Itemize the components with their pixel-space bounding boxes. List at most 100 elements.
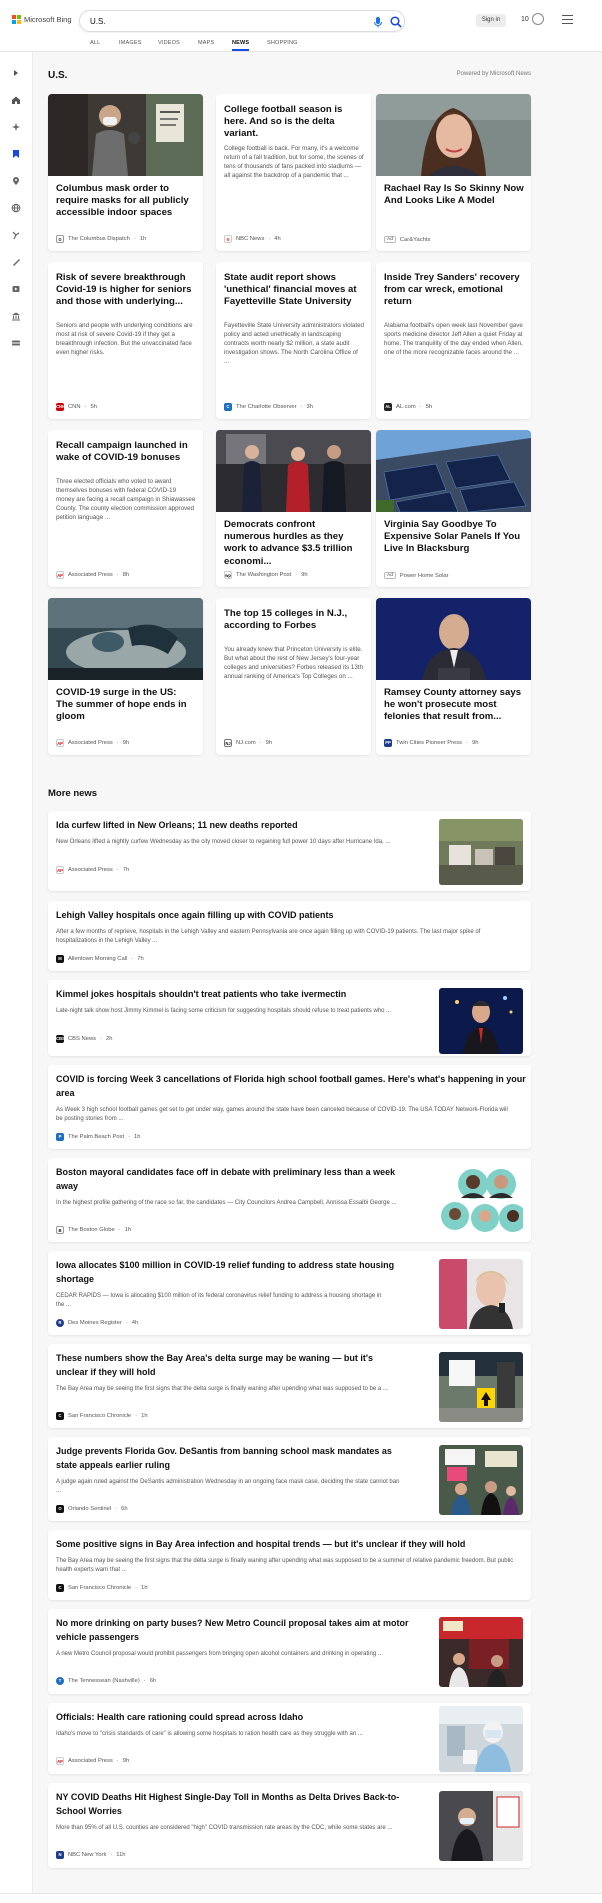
news-image — [439, 1352, 523, 1422]
news-card[interactable]: State audit report shows 'unethical' fin… — [216, 262, 371, 419]
expand-icon[interactable] — [10, 67, 22, 79]
news-title[interactable]: No more drinking on party buses? New Met… — [56, 1617, 411, 1644]
tab-shopping[interactable]: SHOPPING — [267, 40, 298, 46]
rewards-button[interactable]: 10 — [521, 13, 544, 25]
list-item[interactable]: Some positive signs in Bay Area infectio… — [48, 1530, 531, 1600]
news-snippet: More than 95% of all U.S. counties are c… — [56, 1825, 393, 1831]
news-title[interactable]: Kimmel jokes hospitals shouldn't treat p… — [56, 988, 426, 1002]
politics-icon[interactable] — [10, 229, 22, 241]
news-title[interactable]: Some positive signs in Bay Area infectio… — [56, 1538, 526, 1552]
tab-maps[interactable]: MAPS — [198, 40, 214, 46]
publisher-logo-icon: AP — [56, 866, 64, 874]
news-snippet: You already knew that Princeton Universi… — [224, 646, 363, 680]
news-snippet: College football is back. For many, it's… — [224, 145, 364, 179]
news-snippet: Three elected officials who voted to awa… — [56, 478, 196, 521]
news-image — [439, 819, 523, 885]
publisher-logo-icon: N — [224, 235, 232, 243]
news-title[interactable]: COVID-19 surge in the US: The summer of … — [56, 687, 196, 724]
technology-icon[interactable] — [10, 256, 22, 268]
list-item[interactable]: COVID is forcing Week 3 cancellations of… — [48, 1065, 531, 1149]
news-source: P The Palm Beach Post · 1h — [56, 1133, 140, 1141]
news-card[interactable]: Recall campaign launched in wake of COVI… — [48, 430, 203, 587]
list-item[interactable]: These numbers show the Bay Area's delta … — [48, 1344, 531, 1428]
news-title[interactable]: Ida curfew lifted in New Orleans; 11 new… — [56, 819, 426, 833]
sign-in-button[interactable]: Sign in — [476, 14, 506, 27]
news-title[interactable]: State audit report shows 'unethical' fin… — [224, 272, 366, 309]
local-icon[interactable] — [10, 175, 22, 187]
home-icon[interactable] — [10, 94, 22, 106]
tab-all[interactable]: ALL — [90, 40, 100, 46]
news-source: AL AL.com · 5h — [384, 403, 433, 411]
search-input[interactable] — [90, 15, 340, 28]
publisher-logo-icon: NJ — [224, 739, 232, 747]
publisher-logo-icon: C — [224, 403, 232, 411]
list-item[interactable]: NY COVID Deaths Hit Highest Single-Day T… — [48, 1783, 531, 1868]
news-card[interactable]: College football season is here. And so … — [216, 94, 371, 251]
news-title[interactable]: These numbers show the Bay Area's delta … — [56, 1352, 396, 1379]
news-source: AP Associated Press · 9h — [56, 1757, 130, 1765]
news-card[interactable]: Rachael Ray Is So Skinny Now And Looks L… — [376, 94, 531, 251]
list-item[interactable]: Officials: Health care rationing could s… — [48, 1703, 531, 1774]
news-title[interactable]: Officials: Health care rationing could s… — [56, 1711, 406, 1725]
news-title[interactable]: The top 15 colleges in N.J., according t… — [224, 608, 366, 632]
world-icon[interactable] — [10, 202, 22, 214]
news-card[interactable]: COVID-19 surge in the US: The summer of … — [48, 598, 203, 755]
news-source: N NBC News · 4h — [224, 235, 281, 243]
page-title: U.S. — [48, 70, 68, 81]
news-source: M Allentown Morning Call · 7h — [56, 955, 144, 963]
news-source: Ad Power Home Solar — [384, 572, 449, 579]
news-title[interactable]: Virginia Say Goodbye To Expensive Solar … — [384, 519, 524, 556]
list-item[interactable]: Ida curfew lifted in New Orleans; 11 new… — [48, 811, 531, 891]
powered-by[interactable]: Powered by Microsoft News — [420, 71, 531, 77]
news-title[interactable]: Columbus mask order to require masks for… — [56, 183, 196, 220]
news-image — [439, 1166, 523, 1236]
news-title[interactable]: Rachael Ray Is So Skinny Now And Looks L… — [384, 183, 524, 207]
news-snippet: Idaho's move to "crisis standards of car… — [56, 1731, 363, 1737]
money-icon[interactable] — [10, 310, 22, 322]
news-title[interactable]: Iowa allocates $100 million in COVID-19 … — [56, 1259, 416, 1286]
microsoft-logo-icon — [12, 15, 21, 24]
list-item[interactable]: No more drinking on party buses? New Met… — [48, 1609, 531, 1694]
news-title[interactable]: Inside Trey Sanders' recovery from car w… — [384, 272, 526, 309]
news-card[interactable]: Columbus mask order to require masks for… — [48, 94, 203, 251]
news-title[interactable]: Lehigh Valley hospitals once again filli… — [56, 909, 516, 923]
entertainment-icon[interactable] — [10, 283, 22, 295]
tab-images[interactable]: IMAGES — [119, 40, 142, 46]
list-item[interactable]: Kimmel jokes hospitals shouldn't treat p… — [48, 980, 531, 1056]
tab-news[interactable]: NEWS — [232, 40, 250, 51]
news-card[interactable]: Ramsey County attorney says he won't pro… — [376, 598, 531, 755]
list-item[interactable]: Lehigh Valley hospitals once again filli… — [48, 901, 531, 971]
list-item[interactable]: Boston mayoral candidates face off in de… — [48, 1158, 531, 1242]
news-title[interactable]: Risk of severe breakthrough Covid-19 is … — [56, 272, 198, 309]
news-title[interactable]: Recall campaign launched in wake of COVI… — [56, 440, 198, 464]
menu-icon[interactable] — [562, 15, 573, 24]
news-card[interactable]: Inside Trey Sanders' recovery from car w… — [376, 262, 531, 419]
news-title[interactable]: Boston mayoral candidates face off in de… — [56, 1166, 416, 1193]
news-title[interactable]: Judge prevents Florida Gov. DeSantis fro… — [56, 1445, 411, 1472]
list-item[interactable]: Judge prevents Florida Gov. DeSantis fro… — [48, 1437, 531, 1521]
discover-icon[interactable] — [10, 121, 22, 133]
following-icon[interactable] — [10, 148, 22, 160]
news-title[interactable]: College football season is here. And so … — [224, 104, 366, 141]
news-title[interactable]: COVID is forcing Week 3 cancellations of… — [56, 1073, 526, 1100]
news-snippet: In the highest profile gathering of the … — [56, 1200, 397, 1206]
news-card[interactable]: The top 15 colleges in N.J., according t… — [216, 598, 371, 755]
microphone-icon[interactable] — [371, 15, 385, 29]
news-card[interactable]: Virginia Say Goodbye To Expensive Solar … — [376, 430, 531, 587]
news-image — [376, 598, 531, 680]
bing-logo[interactable]: Microsoft Bing — [12, 15, 72, 24]
news-card[interactable]: Risk of severe breakthrough Covid-19 is … — [48, 262, 203, 419]
news-title[interactable]: NY COVID Deaths Hit Highest Single-Day T… — [56, 1791, 416, 1818]
news-card[interactable]: Democrats confront numerous hurdles as t… — [216, 430, 371, 587]
list-item[interactable]: Iowa allocates $100 million in COVID-19 … — [48, 1251, 531, 1335]
sports-icon[interactable] — [10, 337, 22, 349]
tab-videos[interactable]: VIDEOS — [158, 40, 180, 46]
brand-name: Microsoft Bing — [24, 15, 72, 24]
publisher-logo-icon: AP — [56, 1757, 64, 1765]
news-title[interactable]: Ramsey County attorney says he won't pro… — [384, 687, 524, 724]
search-icon[interactable] — [389, 15, 403, 29]
news-image — [216, 430, 371, 512]
news-source: C The Charlotte Observer · 3h — [224, 403, 313, 411]
news-image — [439, 1791, 523, 1861]
news-title[interactable]: Democrats confront numerous hurdles as t… — [224, 519, 364, 568]
